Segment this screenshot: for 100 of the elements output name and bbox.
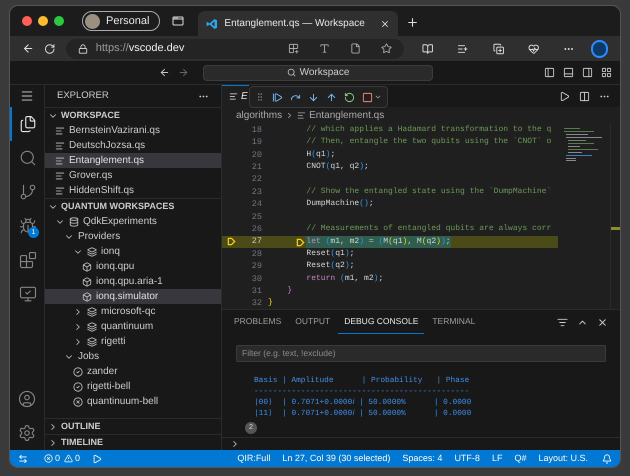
page-icon[interactable] xyxy=(350,43,361,54)
section-header[interactable]: OUTLINE xyxy=(45,419,221,434)
status-item[interactable]: Ln 27, Col 39 (30 selected) xyxy=(276,452,396,466)
line-number: 27 xyxy=(250,235,262,248)
tab-actions-icon[interactable] xyxy=(172,15,184,27)
code-line: // which applies a Hadamard transformation to the q xyxy=(305,124,552,136)
maximize-window-icon[interactable] xyxy=(54,16,64,26)
tree-item[interactable]: microsoft-qc xyxy=(45,304,221,319)
apps-icon[interactable] xyxy=(288,43,299,54)
assistant-icon[interactable] xyxy=(590,40,608,58)
tree-item[interactable]: HiddenShift.qs xyxy=(45,183,221,198)
grip-icon[interactable] xyxy=(255,92,265,102)
split-screen-icon[interactable] xyxy=(422,42,434,54)
collections-icon[interactable] xyxy=(492,42,504,54)
problems-status[interactable]: 0 0 xyxy=(44,452,80,466)
toggle-sidebar-icon[interactable] xyxy=(544,67,555,78)
branch-icon xyxy=(19,183,37,201)
read-aloud-icon[interactable] xyxy=(318,43,330,54)
panel-tab[interactable]: TERMINAL xyxy=(426,310,482,334)
layers-icon xyxy=(87,306,97,316)
tree-item[interactable]: Grover.qs xyxy=(45,168,221,183)
continue-icon[interactable] xyxy=(272,92,283,102)
restart-icon[interactable] xyxy=(344,92,355,102)
panel-tab[interactable]: DEBUG CONSOLE xyxy=(338,310,424,334)
profile-button[interactable]: Personal xyxy=(82,11,160,31)
line-number: 22 xyxy=(250,173,262,186)
tree-item[interactable]: ionq.qpu.aria-1 xyxy=(45,274,221,289)
tree-item[interactable]: ionq.qpu xyxy=(45,259,221,274)
notifications-icon[interactable] xyxy=(602,454,612,464)
line-number: 21 xyxy=(250,161,262,174)
close-icon[interactable] xyxy=(597,316,608,328)
code-line: // Measurements of entangled qubits are always corr xyxy=(305,223,552,236)
browser-tab[interactable]: Entanglement.qs — Workspace xyxy=(198,11,398,36)
chevron-down-icon[interactable] xyxy=(374,93,382,101)
tree-item[interactable]: Entanglement.qs xyxy=(45,153,221,168)
favorite-icon[interactable] xyxy=(380,43,392,54)
tree-item[interactable]: Jobs xyxy=(45,349,221,364)
minimap-drawing xyxy=(562,127,602,161)
tree-item[interactable]: rigetti-bell xyxy=(45,379,221,394)
status-item[interactable]: Spaces: 4 xyxy=(396,452,448,466)
tree-item[interactable]: rigetti xyxy=(45,334,221,349)
back-icon[interactable] xyxy=(159,67,170,78)
layout-icon[interactable] xyxy=(601,67,612,78)
tree-item[interactable]: Providers xyxy=(45,229,221,244)
url-text: https://vscode.dev xyxy=(96,41,184,56)
favorites-icon[interactable] xyxy=(457,42,469,54)
line-number: 24 xyxy=(250,198,262,211)
tree-item[interactable]: ionq.simulator xyxy=(45,289,221,304)
filter-field[interactable]: Filter (e.g. text, !exclude) xyxy=(236,344,606,362)
breadcrumb-item[interactable]: Entanglement.qs xyxy=(309,108,384,123)
current-line-icon xyxy=(226,237,236,246)
editor-tab[interactable]: E xyxy=(222,85,249,107)
close-icon[interactable] xyxy=(380,18,390,28)
section-header[interactable]: WORKSPACE xyxy=(45,108,221,123)
menu-icon[interactable] xyxy=(20,89,34,103)
status-item[interactable]: Q# xyxy=(508,452,532,466)
warning-icon xyxy=(64,454,74,463)
split-editor-icon[interactable] xyxy=(579,90,590,102)
line-number: 31 xyxy=(250,284,262,298)
step-out-icon[interactable] xyxy=(326,92,337,102)
section-header[interactable]: TIMELINE xyxy=(45,435,221,450)
remote-icon[interactable] xyxy=(18,454,28,464)
run-icon[interactable] xyxy=(559,90,570,102)
monitor-icon xyxy=(19,285,37,303)
tree-item[interactable]: QdkExperiments xyxy=(45,214,221,229)
error-icon xyxy=(44,454,53,463)
tree-item[interactable]: ionq xyxy=(45,244,221,259)
forward-icon[interactable] xyxy=(178,67,189,78)
section-header[interactable]: QUANTUM WORKSPACES xyxy=(45,199,221,214)
tree-item[interactable]: quantinuum xyxy=(45,319,221,334)
toggle-secondary-sidebar-icon[interactable] xyxy=(582,67,593,78)
panel-tab[interactable]: OUTPUT xyxy=(289,310,336,334)
toggle-panel-icon[interactable] xyxy=(563,67,574,78)
clear-console-icon[interactable] xyxy=(557,316,568,328)
box-icon xyxy=(82,262,92,272)
command-center[interactable]: Workspace xyxy=(203,64,433,80)
address-field[interactable]: https://vscode.dev xyxy=(66,38,404,58)
debug-launch-icon[interactable] xyxy=(92,454,102,464)
lines-icon xyxy=(55,140,65,150)
breadcrumb-item[interactable]: algorithms xyxy=(236,108,282,123)
status-item[interactable]: LF xyxy=(486,452,508,466)
code-line: DumpMachine(); xyxy=(305,198,374,210)
status-item[interactable]: UTF-8 xyxy=(448,452,486,466)
tree-item[interactable]: quantinuum-bell xyxy=(45,394,221,409)
tree-item[interactable]: zander xyxy=(45,364,221,379)
stop-icon[interactable] xyxy=(362,92,373,102)
status-item[interactable]: Layout: U.S. xyxy=(532,452,594,466)
back-icon[interactable] xyxy=(22,42,34,55)
tree-item[interactable]: BernsteinVazirani.qs xyxy=(45,123,221,138)
step-into-icon[interactable] xyxy=(308,92,319,102)
code-line: // Show the entangled state using the `DumpMachine` xyxy=(305,186,552,198)
account-icon xyxy=(18,390,36,408)
health-icon[interactable] xyxy=(528,42,540,54)
close-window-icon[interactable] xyxy=(22,16,32,26)
tree-item[interactable]: DeutschJozsa.qs xyxy=(45,138,221,153)
reload-icon[interactable] xyxy=(44,42,56,54)
status-item[interactable]: QIR:Full xyxy=(231,452,276,466)
new-tab-icon[interactable] xyxy=(406,16,420,29)
minimize-window-icon[interactable] xyxy=(38,16,48,26)
panel-tab[interactable]: PROBLEMS xyxy=(228,310,288,334)
